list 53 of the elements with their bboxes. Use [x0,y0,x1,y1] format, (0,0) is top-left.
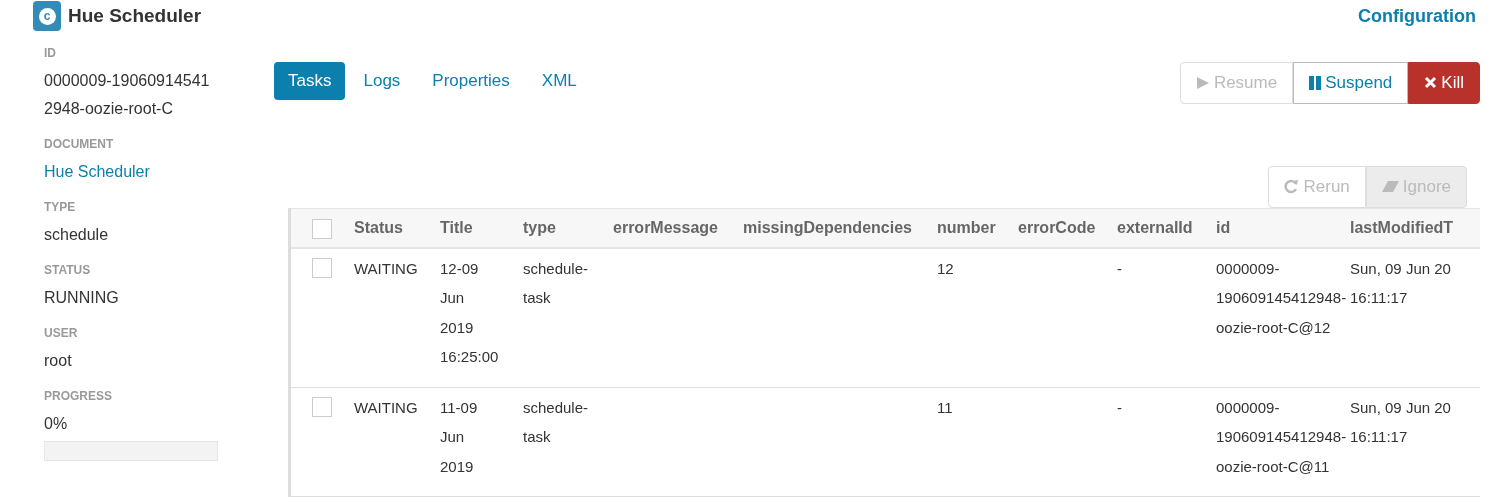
table-cell: - [1117,259,1122,277]
column-header: errorCode [1018,218,1096,236]
pause-icon [1309,75,1322,90]
column-header: missingDependencies [743,218,912,236]
table-cell: - [1117,398,1122,416]
tab[interactable]: Tasks [274,62,346,100]
field-value: 0000009-190609145412948-oozie-root-C [44,71,211,119]
close-icon [1424,76,1438,90]
refresh-icon [1284,179,1300,195]
column-header: number [937,218,996,236]
play-icon [1195,75,1210,90]
column-header: lastModifiedT [1350,218,1454,236]
table-cell: Sun, 09 Jun 20 16:11:17 [1350,259,1451,306]
table-cell: WAITING [354,398,418,416]
column-header: errorMessage [613,218,718,236]
table-cell: 11-09 Jun 2019 [440,398,478,475]
field-value: RUNNING [44,288,120,308]
column-header: Title [440,218,473,236]
field-label: DOCUMENT [44,136,115,152]
column-header: Status [354,218,403,236]
table-cell: 12-09 Jun 2019 16:25:00 [440,259,499,365]
field-label: ID [44,45,57,61]
column-header: type [523,218,556,236]
kill-button[interactable]: Kill [1408,62,1480,104]
tab[interactable]: Logs [349,62,415,100]
tab[interactable]: Properties [418,62,524,100]
column-header: id [1216,218,1231,236]
field-label: STATUS [44,262,92,278]
field-value: schedule [44,225,110,245]
field-label: TYPE [44,199,77,215]
field-label: PROGRESS [44,388,113,404]
configuration-link[interactable]: Configuration [1358,2,1476,30]
row-checkbox[interactable] [312,257,332,278]
row-checkbox[interactable] [312,396,332,417]
field-value: root [44,351,73,371]
table-cell: 11 [937,398,953,416]
field-label: USER [44,325,79,341]
tab[interactable]: XML [527,62,591,100]
eraser-icon [1381,180,1399,194]
app-logo: c [33,1,61,31]
select-all-checkbox[interactable] [312,218,332,239]
table-cell: 0000009-190609145412948-oozie-root-C@11 [1216,398,1347,475]
app-title: Hue Scheduler [68,3,202,28]
table-cell: schedule-task [523,259,589,306]
table-cell: Sun, 09 Jun 20 16:11:17 [1350,398,1451,445]
table-cell: 12 [937,259,954,277]
suspend-button[interactable]: Suspend [1293,62,1409,104]
table-cell: WAITING [354,259,418,277]
table-cell: schedule-task [523,398,589,445]
progress-value: 0% [44,414,69,434]
table-cell: 0000009-190609145412948-oozie-root-C@12 [1216,259,1347,336]
column-header: externalId [1117,218,1193,236]
document-link[interactable]: Hue Scheduler [44,163,150,180]
